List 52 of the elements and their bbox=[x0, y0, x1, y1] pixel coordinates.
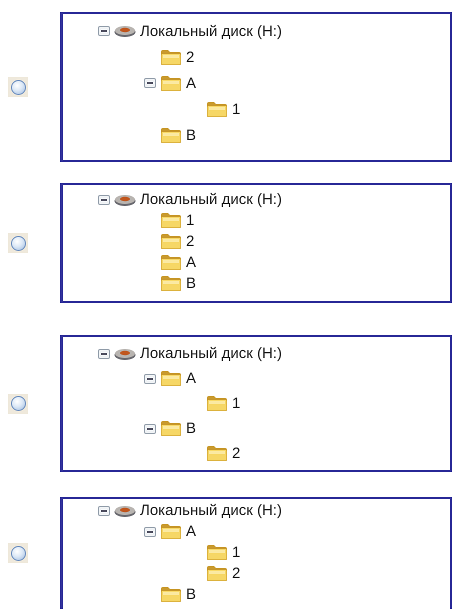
radio-button[interactable] bbox=[8, 394, 28, 414]
collapse-icon[interactable] bbox=[98, 26, 110, 36]
collapse-icon[interactable] bbox=[98, 194, 110, 204]
drive-icon bbox=[114, 192, 136, 206]
folder-icon bbox=[160, 233, 182, 250]
tree-item-label[interactable]: 2 bbox=[186, 48, 194, 66]
folder-icon bbox=[160, 74, 182, 92]
folder-icon bbox=[206, 544, 228, 561]
folder-icon bbox=[160, 420, 182, 437]
tree-item-label[interactable]: 1 bbox=[232, 395, 240, 412]
collapse-icon[interactable] bbox=[144, 526, 156, 536]
tree-item-label[interactable]: Локальный диск (H:) bbox=[140, 345, 282, 362]
tree-item-label[interactable]: 1 bbox=[232, 544, 240, 561]
drive-icon bbox=[114, 24, 136, 38]
tree-item-label[interactable]: 2 bbox=[232, 445, 240, 462]
tree-item-label[interactable]: B bbox=[186, 420, 196, 437]
collapse-icon[interactable] bbox=[144, 78, 156, 88]
radio-button[interactable] bbox=[8, 77, 28, 97]
drive-icon bbox=[114, 504, 136, 518]
tree-item-label[interactable]: 1 bbox=[186, 212, 194, 229]
folder-icon bbox=[160, 212, 182, 229]
folder-icon bbox=[160, 586, 182, 603]
folder-icon bbox=[160, 254, 182, 271]
drive-icon bbox=[114, 346, 136, 360]
folder-icon bbox=[160, 370, 182, 387]
tree-item-label[interactable]: A bbox=[186, 74, 196, 92]
tree-item-label[interactable]: 2 bbox=[186, 233, 194, 250]
folder-icon bbox=[160, 275, 182, 292]
tree-item-label[interactable]: B bbox=[186, 126, 196, 144]
tree-item-label[interactable]: Локальный диск (H:) bbox=[140, 22, 282, 40]
radio-button[interactable] bbox=[8, 233, 28, 253]
tree-item-label[interactable]: A bbox=[186, 254, 196, 271]
tree-item-label[interactable]: B bbox=[186, 586, 196, 603]
tree-item-label[interactable]: Локальный диск (H:) bbox=[140, 191, 282, 208]
tree-item-label[interactable]: 2 bbox=[232, 565, 240, 582]
collapse-icon[interactable] bbox=[98, 506, 110, 516]
tree-item-label[interactable]: B bbox=[186, 275, 196, 292]
folder-icon bbox=[160, 523, 182, 540]
folder-icon bbox=[206, 565, 228, 582]
folder-icon bbox=[206, 100, 228, 118]
folder-icon bbox=[160, 48, 182, 66]
tree-item-label[interactable]: A bbox=[186, 523, 196, 540]
collapse-icon[interactable] bbox=[144, 424, 156, 434]
collapse-icon[interactable] bbox=[98, 348, 110, 358]
folder-icon bbox=[160, 126, 182, 144]
tree-item-label[interactable]: A bbox=[186, 370, 196, 387]
folder-icon bbox=[206, 445, 228, 462]
folder-icon bbox=[206, 395, 228, 412]
collapse-icon[interactable] bbox=[144, 374, 156, 384]
tree-item-label[interactable]: 1 bbox=[232, 100, 240, 118]
radio-button[interactable] bbox=[8, 543, 28, 563]
tree-item-label[interactable]: Локальный диск (H:) bbox=[140, 502, 282, 519]
